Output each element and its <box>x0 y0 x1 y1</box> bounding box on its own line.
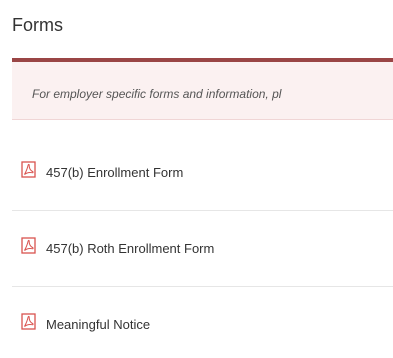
form-item-label: Meaningful Notice <box>46 317 151 332</box>
form-item-457b-roth-enrollment[interactable]: 457(b) Roth Enrollment Form <box>12 211 393 287</box>
form-item-label: 457(b) Roth Enrollment Form <box>46 241 215 256</box>
employer-notice-banner: For employer specific forms and informat… <box>12 58 393 120</box>
pdf-icon <box>21 237 36 254</box>
forms-list: 457(b) Enrollment Form 457(b) Roth Enrol… <box>12 135 393 358</box>
form-item-meaningful-notice[interactable]: Meaningful Notice <box>12 287 393 358</box>
notice-text: For employer specific forms and informat… <box>32 87 282 101</box>
pdf-icon <box>21 161 36 178</box>
form-item-457b-enrollment[interactable]: 457(b) Enrollment Form <box>12 135 393 211</box>
page-title: Forms <box>12 15 63 35</box>
form-item-label: 457(b) Enrollment Form <box>46 165 184 180</box>
pdf-icon <box>21 313 36 330</box>
